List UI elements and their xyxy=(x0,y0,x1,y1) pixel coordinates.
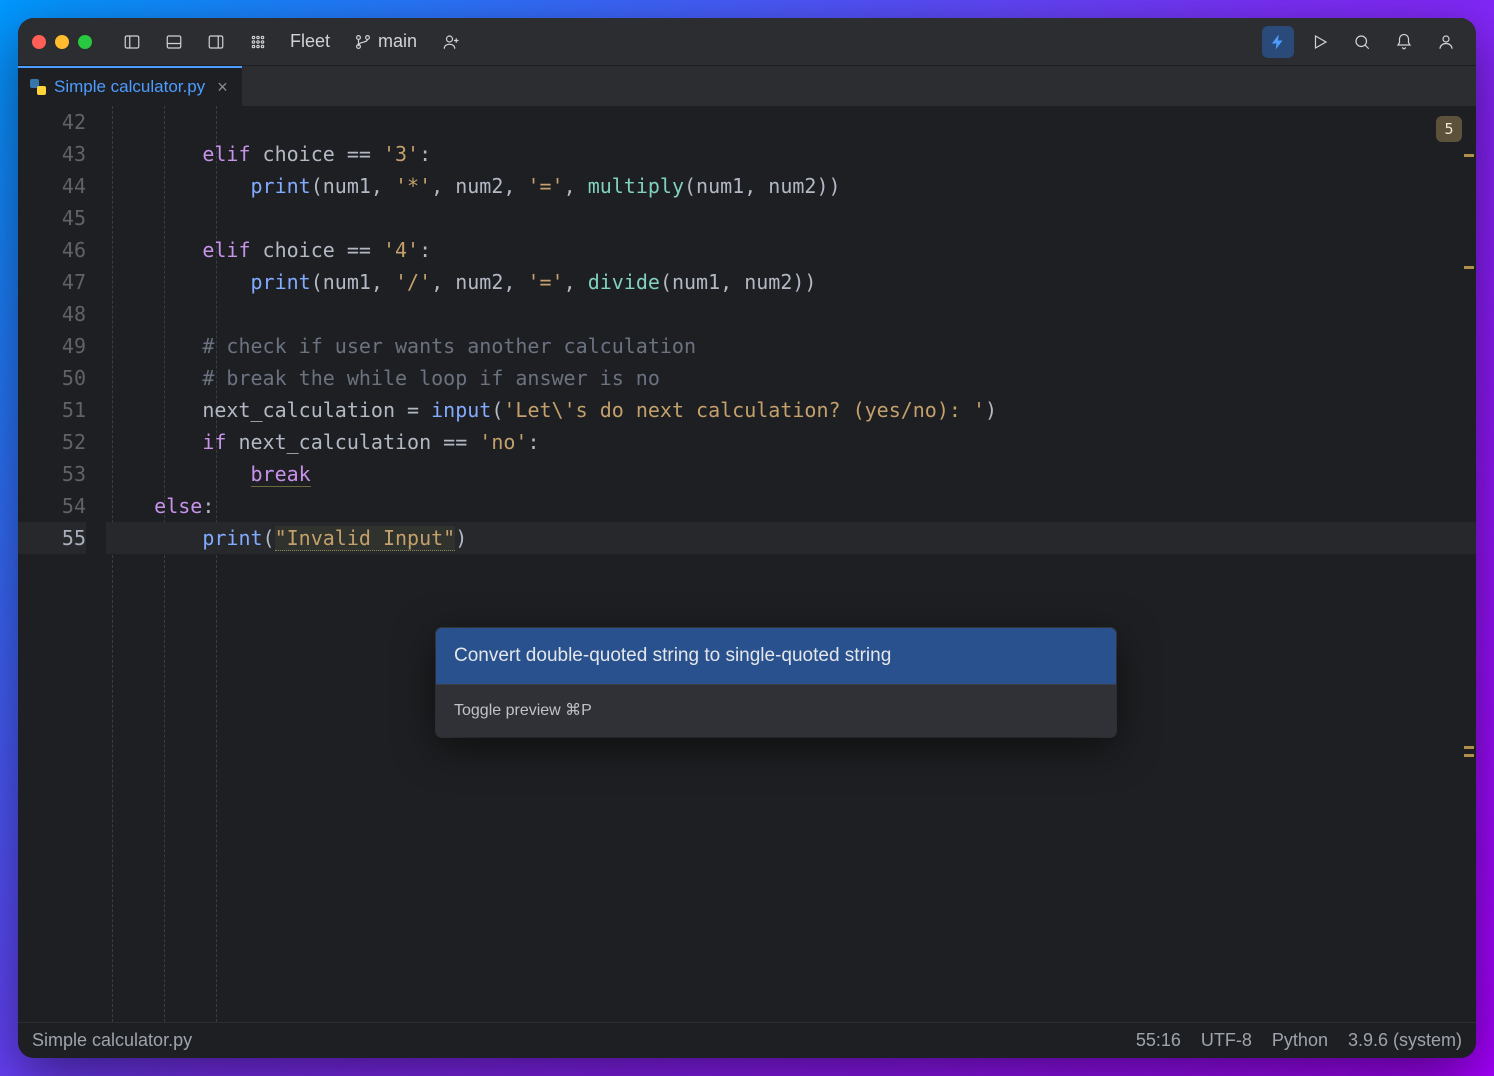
line-number-gutter: 4243444546474849505152535455 xyxy=(18,106,100,1022)
window-maximize-button[interactable] xyxy=(78,35,92,49)
code-line[interactable]: next_calculation = input('Let\'s do next… xyxy=(106,394,1476,426)
intention-action-item[interactable]: Convert double-quoted string to single-q… xyxy=(436,628,1116,684)
search-icon[interactable] xyxy=(1346,26,1378,58)
code-area[interactable]: 5 elif choice == '3': print(num1, '*', n… xyxy=(100,106,1476,1022)
window-minimize-button[interactable] xyxy=(55,35,69,49)
line-number: 49 xyxy=(18,330,86,362)
tabbar: Simple calculator.py × xyxy=(18,66,1476,106)
window-close-button[interactable] xyxy=(32,35,46,49)
intention-popup-footer: Toggle preview ⌘P xyxy=(436,684,1116,737)
line-number: 48 xyxy=(18,298,86,330)
app-window: Fleet main Simple calculator.py × 424344… xyxy=(18,18,1476,1058)
account-icon[interactable] xyxy=(1430,26,1462,58)
code-line[interactable]: # check if user wants another calculatio… xyxy=(106,330,1476,362)
branch-name: main xyxy=(378,31,417,52)
panel-right-icon[interactable] xyxy=(200,26,232,58)
code-line[interactable]: break xyxy=(106,458,1476,490)
code-line[interactable]: print("Invalid Input") xyxy=(106,522,1476,554)
git-branch-button[interactable]: main xyxy=(354,31,417,52)
code-editor[interactable]: 4243444546474849505152535455 5 elif choi… xyxy=(18,106,1476,1022)
panel-bottom-icon[interactable] xyxy=(158,26,190,58)
code-line[interactable]: elif choice == '4': xyxy=(106,234,1476,266)
add-user-icon[interactable] xyxy=(435,26,467,58)
code-line[interactable]: if next_calculation == 'no': xyxy=(106,426,1476,458)
line-number: 46 xyxy=(18,234,86,266)
code-line[interactable] xyxy=(106,298,1476,330)
line-number: 55 xyxy=(18,522,86,554)
smart-mode-icon[interactable] xyxy=(1262,26,1294,58)
python-file-icon xyxy=(30,79,46,95)
traffic-lights xyxy=(32,35,92,49)
tab-close-icon[interactable]: × xyxy=(217,77,228,98)
status-file[interactable]: Simple calculator.py xyxy=(32,1030,192,1051)
status-cursor-position[interactable]: 55:16 xyxy=(1136,1030,1181,1051)
notifications-icon[interactable] xyxy=(1388,26,1420,58)
status-encoding[interactable]: UTF-8 xyxy=(1201,1030,1252,1051)
code-line[interactable]: print(num1, '/', num2, '=', divide(num1,… xyxy=(106,266,1476,298)
line-number: 54 xyxy=(18,490,86,522)
code-line[interactable] xyxy=(106,106,1476,138)
code-line[interactable]: else: xyxy=(106,490,1476,522)
tab-filename: Simple calculator.py xyxy=(54,77,205,97)
titlebar: Fleet main xyxy=(18,18,1476,66)
editor-tab[interactable]: Simple calculator.py × xyxy=(18,66,242,106)
status-bar: Simple calculator.py 55:16 UTF-8 Python … xyxy=(18,1022,1476,1058)
line-number: 44 xyxy=(18,170,86,202)
code-line[interactable]: elif choice == '3': xyxy=(106,138,1476,170)
line-number: 53 xyxy=(18,458,86,490)
code-line[interactable]: print(num1, '*', num2, '=', multiply(num… xyxy=(106,170,1476,202)
line-number: 51 xyxy=(18,394,86,426)
app-grid-icon[interactable] xyxy=(242,26,274,58)
line-number: 47 xyxy=(18,266,86,298)
line-number: 45 xyxy=(18,202,86,234)
code-line[interactable] xyxy=(106,202,1476,234)
panel-left-icon[interactable] xyxy=(116,26,148,58)
git-branch-icon xyxy=(354,33,372,51)
code-line[interactable]: # break the while loop if answer is no xyxy=(106,362,1476,394)
line-number: 42 xyxy=(18,106,86,138)
intention-popup: Convert double-quoted string to single-q… xyxy=(436,628,1116,737)
app-name[interactable]: Fleet xyxy=(290,31,330,52)
line-number: 52 xyxy=(18,426,86,458)
status-language[interactable]: Python xyxy=(1272,1030,1328,1051)
status-runtime[interactable]: 3.9.6 (system) xyxy=(1348,1030,1462,1051)
line-number: 43 xyxy=(18,138,86,170)
line-number: 50 xyxy=(18,362,86,394)
run-icon[interactable] xyxy=(1304,26,1336,58)
